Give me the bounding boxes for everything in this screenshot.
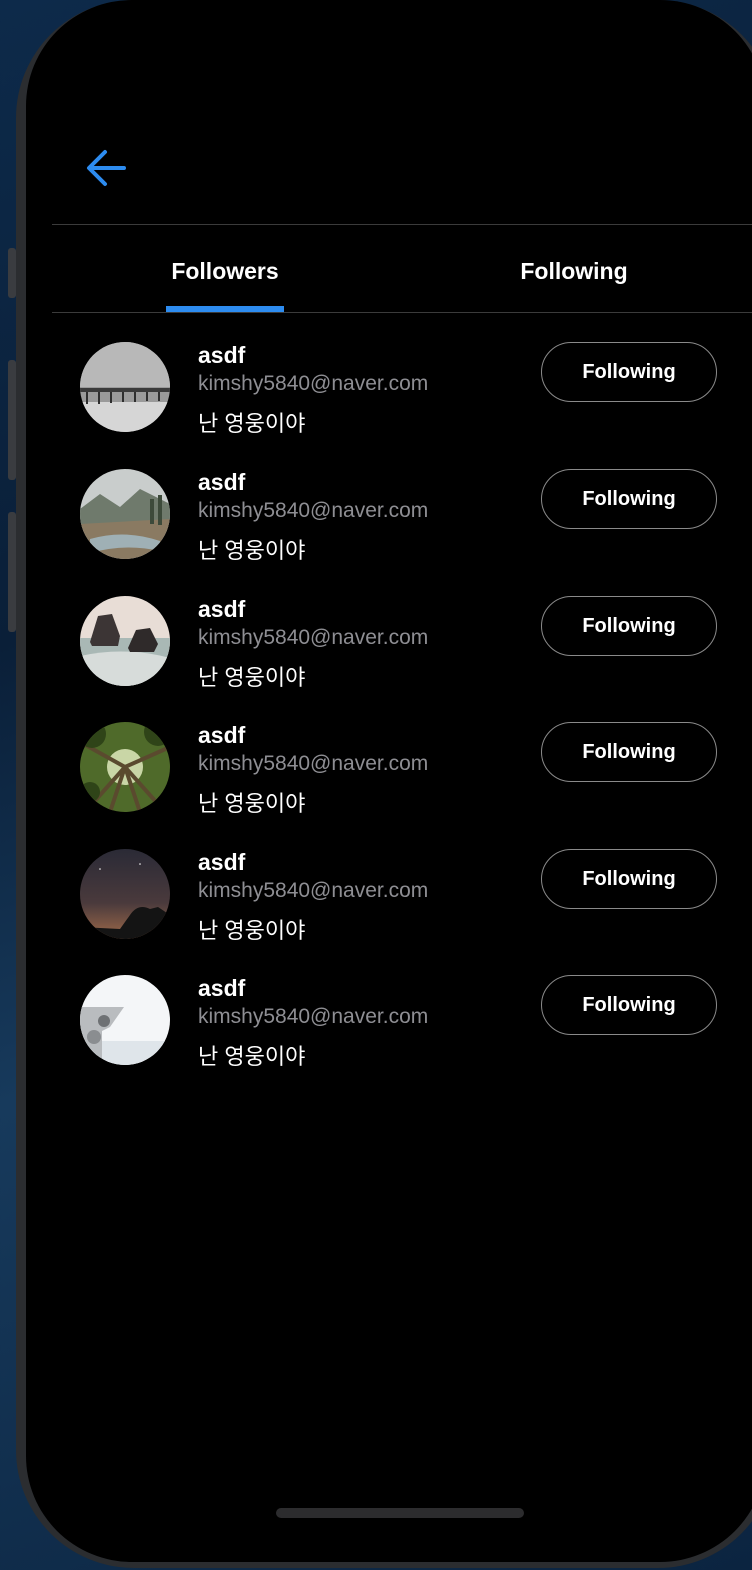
avatar: [80, 596, 170, 686]
avatar: [80, 849, 170, 939]
user-name: asdf: [198, 469, 246, 495]
list-item[interactable]: asdf kimshy5840@naver.com 난 영웅이야 Followi…: [26, 849, 752, 973]
pier-photo-icon: [80, 342, 170, 432]
user-bio: 난 영웅이야: [198, 538, 306, 563]
user-bio: 난 영웅이야: [198, 1044, 306, 1069]
back-button[interactable]: [84, 146, 128, 190]
tab-followers[interactable]: Followers: [115, 258, 335, 285]
tabs-divider: [52, 312, 752, 313]
forest-canopy-photo-icon: [80, 722, 170, 812]
avatar: [80, 975, 170, 1065]
user-name: asdf: [198, 722, 246, 748]
avatar: [80, 469, 170, 559]
user-email: kimshy5840@naver.com: [198, 1005, 429, 1028]
following-button[interactable]: Following: [541, 722, 717, 782]
user-bio: 난 영웅이야: [198, 665, 306, 690]
following-button[interactable]: Following: [541, 849, 717, 909]
app-screen: Followers Following asdf kimshy5840@nave…: [26, 0, 752, 1562]
user-name: asdf: [198, 975, 246, 1001]
user-name: asdf: [198, 342, 246, 368]
list-item[interactable]: asdf kimshy5840@naver.com 난 영웅이야 Followi…: [26, 722, 752, 846]
list-item[interactable]: asdf kimshy5840@naver.com 난 영웅이야 Followi…: [26, 342, 752, 466]
back-arrow-icon: [87, 150, 126, 186]
avatar: [80, 722, 170, 812]
following-button[interactable]: Following: [541, 596, 717, 656]
following-button[interactable]: Following: [541, 469, 717, 529]
user-bio: 난 영웅이야: [198, 918, 306, 943]
user-bio: 난 영웅이야: [198, 411, 306, 436]
side-button: [8, 360, 16, 480]
user-email: kimshy5840@naver.com: [198, 372, 429, 395]
following-button[interactable]: Following: [541, 342, 717, 402]
user-name: asdf: [198, 596, 246, 622]
following-button[interactable]: Following: [541, 975, 717, 1035]
night-sky-photo-icon: [80, 849, 170, 939]
tab-following[interactable]: Following: [464, 258, 684, 285]
home-indicator: [276, 1508, 524, 1518]
viewer-telescope-photo-icon: [80, 975, 170, 1065]
user-email: kimshy5840@naver.com: [198, 752, 429, 775]
header-divider: [52, 224, 752, 225]
side-button: [8, 512, 16, 632]
sea-rocks-photo-icon: [80, 596, 170, 686]
side-button: [8, 248, 16, 298]
avatar: [80, 342, 170, 432]
list-item[interactable]: asdf kimshy5840@naver.com 난 영웅이야 Followi…: [26, 975, 752, 1099]
user-bio: 난 영웅이야: [198, 791, 306, 816]
list-item[interactable]: asdf kimshy5840@naver.com 난 영웅이야 Followi…: [26, 596, 752, 720]
misty-river-photo-icon: [80, 469, 170, 559]
user-email: kimshy5840@naver.com: [198, 879, 429, 902]
user-email: kimshy5840@naver.com: [198, 626, 429, 649]
user-name: asdf: [198, 849, 246, 875]
user-email: kimshy5840@naver.com: [198, 499, 429, 522]
list-item[interactable]: asdf kimshy5840@naver.com 난 영웅이야 Followi…: [26, 469, 752, 593]
